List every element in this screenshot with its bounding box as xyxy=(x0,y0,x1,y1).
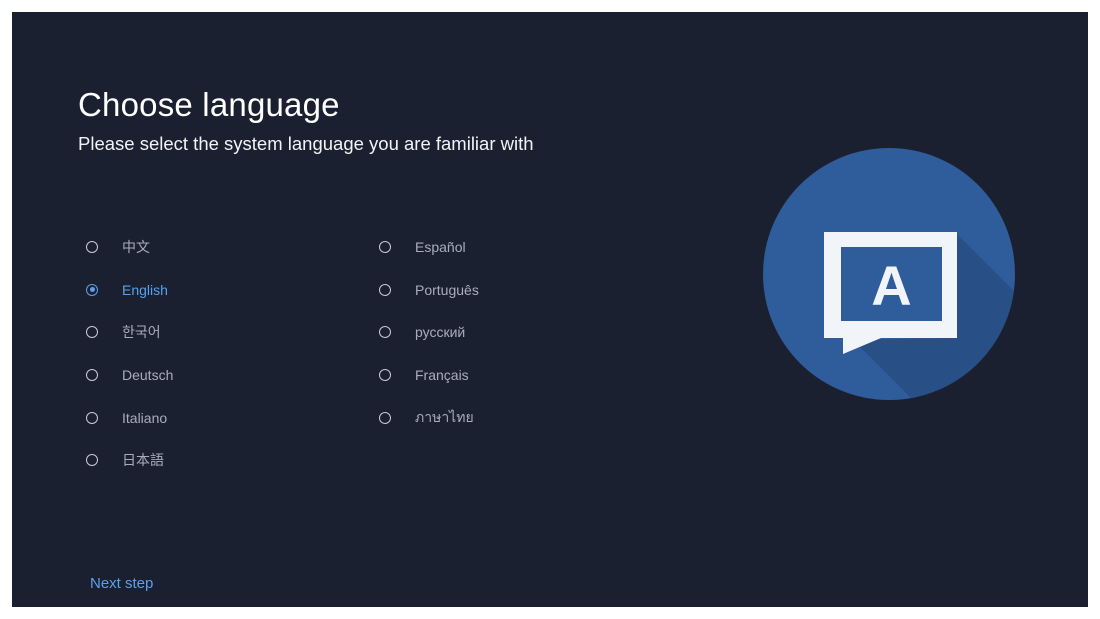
language-setup-screen: Choose language Please select the system… xyxy=(12,12,1088,607)
language-option-japanese[interactable]: 日本語 xyxy=(86,439,346,482)
language-speech-bubble-icon: A xyxy=(763,148,1015,400)
language-label: 한국어 xyxy=(122,324,161,341)
radio-icon[interactable] xyxy=(86,411,98,424)
radio-icon[interactable] xyxy=(379,369,391,382)
radio-icon[interactable] xyxy=(379,283,391,296)
language-label: Português xyxy=(415,281,479,298)
radio-icon[interactable] xyxy=(86,454,98,467)
language-option-german[interactable]: Deutsch xyxy=(86,354,346,397)
radio-icon[interactable] xyxy=(86,241,98,254)
language-option-italian[interactable]: Italiano xyxy=(86,396,346,439)
language-list-left: 中文 English 한국어 Deutsch Italiano 日本語 xyxy=(86,226,346,482)
language-label: English xyxy=(122,281,168,298)
language-option-french[interactable]: Français xyxy=(379,354,639,397)
radio-icon[interactable] xyxy=(86,369,98,382)
language-option-portuguese[interactable]: Português xyxy=(379,269,639,312)
radio-icon[interactable] xyxy=(379,241,391,254)
language-option-english[interactable]: English xyxy=(86,269,346,312)
language-list-right: Español Português русский Français ภาษาไ… xyxy=(379,226,639,439)
language-label: ภาษาไทย xyxy=(415,408,474,425)
language-label: Italiano xyxy=(122,409,168,426)
letter-a-glyph: A xyxy=(871,254,911,317)
language-label: Español xyxy=(415,239,466,256)
radio-icon[interactable] xyxy=(379,326,391,339)
language-label: русский xyxy=(415,324,466,341)
page-title: Choose language xyxy=(78,86,340,123)
language-option-korean[interactable]: 한국어 xyxy=(86,311,346,354)
language-option-thai[interactable]: ภาษาไทย xyxy=(379,396,639,439)
language-option-chinese[interactable]: 中文 xyxy=(86,226,346,269)
language-label: 日本語 xyxy=(122,452,164,469)
radio-checked-icon[interactable] xyxy=(86,283,98,296)
page-subtitle: Please select the system language you ar… xyxy=(78,133,534,154)
language-label: Deutsch xyxy=(122,367,174,384)
radio-icon[interactable] xyxy=(379,411,391,424)
language-label: 中文 xyxy=(122,239,150,256)
next-step-button[interactable]: Next step xyxy=(90,575,153,592)
language-option-spanish[interactable]: Español xyxy=(379,226,639,269)
language-option-russian[interactable]: русский xyxy=(379,311,639,354)
radio-icon[interactable] xyxy=(86,326,98,339)
language-label: Français xyxy=(415,367,469,384)
